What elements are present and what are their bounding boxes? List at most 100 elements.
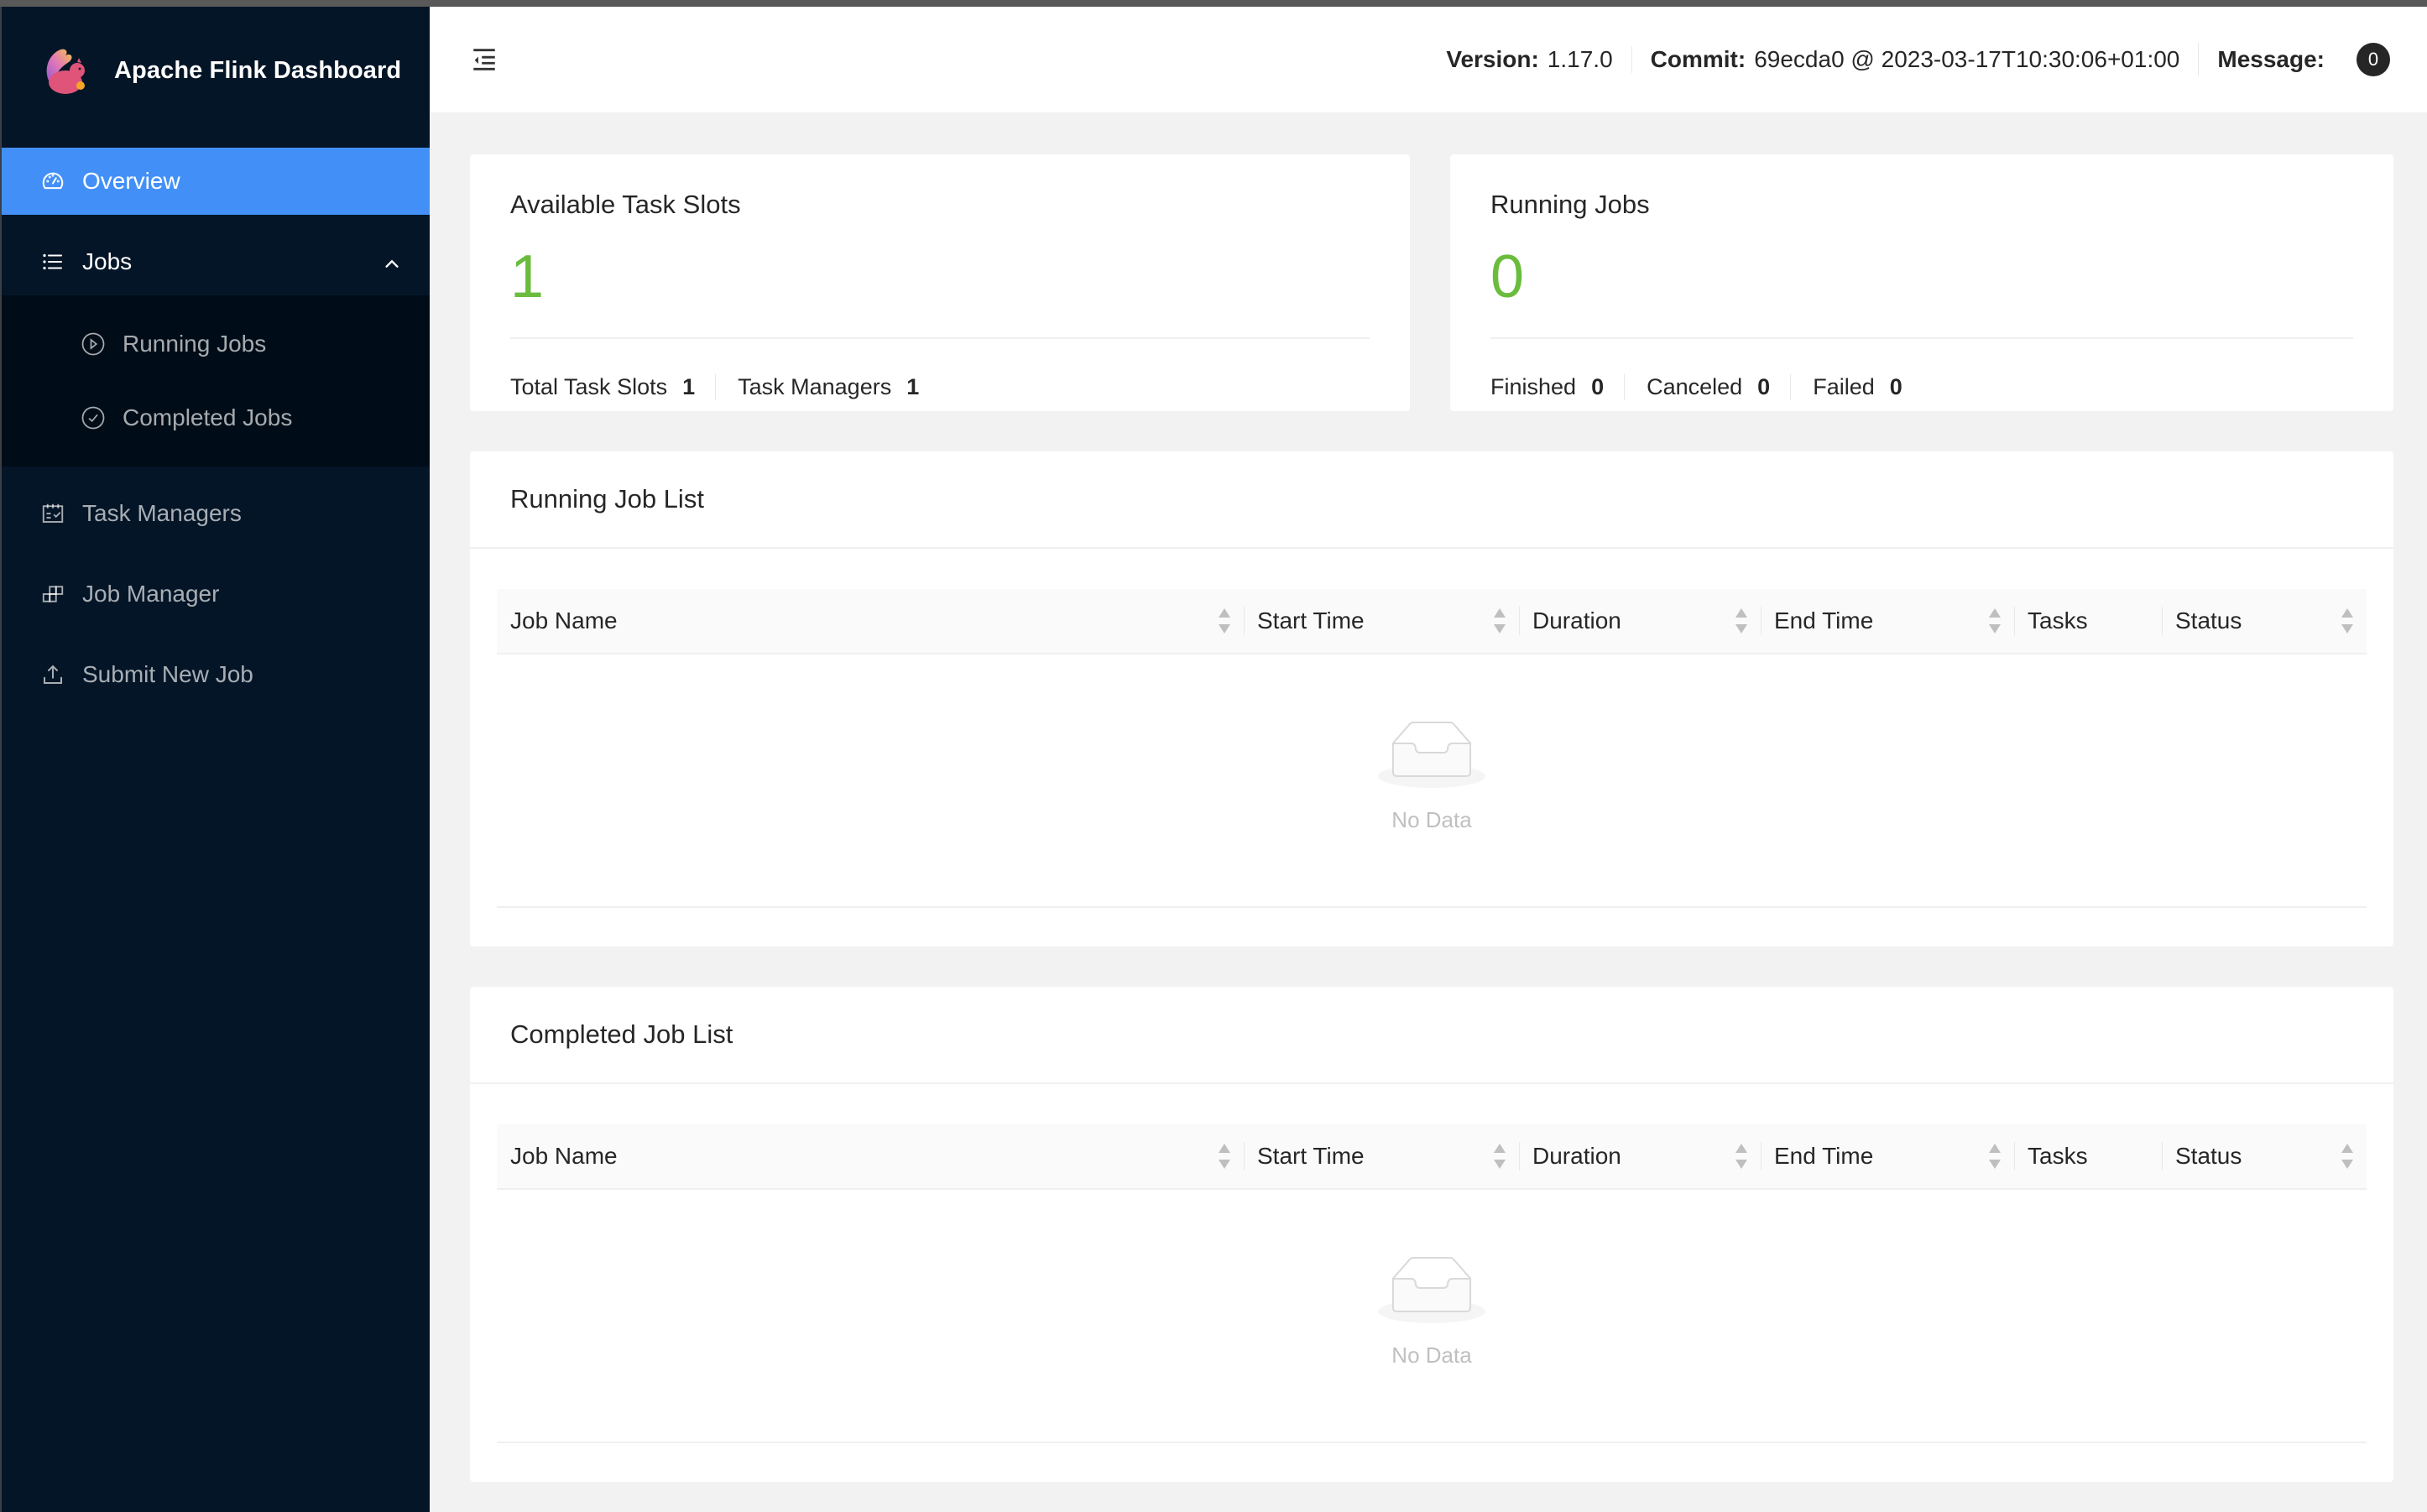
column-header-status[interactable]: Status <box>2162 1124 2367 1189</box>
sidebar-item-label: Submit New Job <box>82 661 253 687</box>
divider <box>510 337 1370 339</box>
finished-count: Finished 0 <box>1490 374 1624 400</box>
stat-label: Canceled <box>1647 374 1743 399</box>
sort-icon[interactable] <box>2341 608 2353 633</box>
card-footer: Total Task Slots 1 Task Managers 1 <box>510 374 939 400</box>
version-info: Version: 1.17.0 <box>1427 46 1631 73</box>
available-task-slots-card: Available Task Slots 1 Total Task Slots … <box>470 154 1410 411</box>
empty-text: No Data <box>1391 807 1472 832</box>
commit-label: Commit: <box>1650 46 1746 72</box>
unordered-list-icon <box>40 249 65 274</box>
running-job-list-card: Running Job List Job Name Start Time Dur… <box>470 451 2393 946</box>
version-label: Version: <box>1446 46 1539 72</box>
sidebar-item-label: Completed Jobs <box>123 404 293 430</box>
column-header-duration[interactable]: Duration <box>1519 1124 1761 1189</box>
sidebar-item-label: Job Manager <box>82 581 220 607</box>
message-info[interactable]: Message: 0 <box>2198 43 2409 76</box>
card-footer: Finished 0 Canceled 0 Failed 0 <box>1490 374 1923 400</box>
stat-number: 0 <box>1889 374 1902 399</box>
column-label: Duration <box>1532 607 1621 633</box>
stat-label: Task Managers <box>738 374 892 399</box>
message-count-badge[interactable]: 0 <box>2357 43 2390 76</box>
sort-icon[interactable] <box>1494 1144 1506 1169</box>
app-logo[interactable]: Apache Flink Dashboard <box>2 7 430 134</box>
menu-fold-icon <box>473 49 495 70</box>
message-label: Message: <box>2217 46 2325 72</box>
column-label: End Time <box>1774 607 1874 633</box>
empty-text: No Data <box>1391 1343 1472 1368</box>
stat-label: Total Task Slots <box>510 374 668 399</box>
version-value: 1.17.0 <box>1547 46 1613 72</box>
sidebar-item-running-jobs[interactable]: Running Jobs <box>2 310 430 378</box>
sidebar-item-submit-new-job[interactable]: Submit New Job <box>2 641 430 708</box>
column-header-end-time[interactable]: End Time <box>1761 1124 2014 1189</box>
table-body: No Data <box>497 654 2367 908</box>
total-task-slots: Total Task Slots 1 <box>510 374 715 400</box>
stat-number: 0 <box>1591 374 1605 399</box>
sidebar-item-label: Task Managers <box>82 500 242 526</box>
flink-squirrel-logo-icon <box>40 44 94 97</box>
column-label: Job Name <box>510 1143 618 1169</box>
sort-icon[interactable] <box>1735 608 1747 633</box>
sidebar-item-task-managers[interactable]: Task Managers <box>2 480 430 547</box>
column-header-status[interactable]: Status <box>2162 588 2367 654</box>
stat-label: Finished <box>1490 374 1577 399</box>
sort-icon[interactable] <box>1989 608 2001 633</box>
sort-icon[interactable] <box>2341 1144 2353 1169</box>
menu-fold-button[interactable] <box>470 44 500 75</box>
play-circle-icon <box>81 331 106 357</box>
completed-job-list-card: Completed Job List Job Name Start Time D… <box>470 987 2393 1482</box>
sidebar-item-overview[interactable]: Overview <box>2 148 430 215</box>
column-header-duration[interactable]: Duration <box>1519 588 1761 654</box>
column-header-start-time[interactable]: Start Time <box>1244 588 1519 654</box>
stat-number: 1 <box>682 374 696 399</box>
main-content: Available Task Slots 1 Total Task Slots … <box>430 112 2427 1512</box>
sidebar: Apache Flink Dashboard Overview Jobs Run… <box>0 7 430 1512</box>
app-title: Apache Flink Dashboard <box>114 56 402 84</box>
card-title: Running Job List <box>470 451 2393 549</box>
top-header: Version: 1.17.0 Commit: 69ecda0 @ 2023-0… <box>430 7 2427 112</box>
sort-icon[interactable] <box>1735 1144 1747 1169</box>
card-title: Completed Job List <box>470 987 2393 1084</box>
dashboard-icon <box>40 169 65 194</box>
running-jobs-table: Job Name Start Time Duration End Time Ta… <box>497 589 2367 908</box>
running-jobs-value: 0 <box>1490 243 1525 310</box>
sort-icon[interactable] <box>1989 1144 2001 1169</box>
failed-count: Failed 0 <box>1790 374 1923 400</box>
sidebar-item-label: Jobs <box>82 248 133 274</box>
build-icon <box>40 581 65 607</box>
window-top-bar <box>0 0 2427 7</box>
empty-inbox-icon <box>1378 722 1485 788</box>
available-task-slots-value: 1 <box>510 243 545 310</box>
sidebar-item-jobs[interactable]: Jobs <box>2 228 430 295</box>
sort-icon[interactable] <box>1219 1144 1230 1169</box>
sort-icon[interactable] <box>1219 608 1230 633</box>
chevron-up-icon[interactable] <box>383 252 401 270</box>
card-title: Available Task Slots <box>510 190 741 219</box>
jobs-submenu: Running Jobs Completed Jobs <box>2 295 430 467</box>
commit-value: 69ecda0 @ 2023-03-17T10:30:06+01:00 <box>1754 46 2180 72</box>
sidebar-nav: Overview Jobs Running Jobs Completed Job… <box>2 148 430 708</box>
sort-icon[interactable] <box>1494 608 1506 633</box>
table-header: Job Name Start Time Duration End Time Ta… <box>497 1124 2367 1190</box>
column-header-start-time[interactable]: Start Time <box>1244 1124 1519 1189</box>
column-label: Job Name <box>510 607 618 633</box>
table-header: Job Name Start Time Duration End Time Ta… <box>497 589 2367 654</box>
table-body: No Data <box>497 1190 2367 1443</box>
upload-icon <box>40 662 65 687</box>
sidebar-item-job-manager[interactable]: Job Manager <box>2 560 430 628</box>
column-label: Status <box>2175 607 2242 633</box>
column-label: Duration <box>1532 1143 1621 1169</box>
column-label: Status <box>2175 1143 2242 1169</box>
canceled-count: Canceled 0 <box>1624 374 1790 400</box>
card-title: Running Jobs <box>1490 190 1650 219</box>
cluster-info: Version: 1.17.0 Commit: 69ecda0 @ 2023-0… <box>1427 43 2409 76</box>
column-header-job-name[interactable]: Job Name <box>497 588 1244 654</box>
column-header-job-name[interactable]: Job Name <box>497 1124 1244 1189</box>
stat-number: 0 <box>1757 374 1771 399</box>
column-header-end-time[interactable]: End Time <box>1761 588 2014 654</box>
sidebar-item-label: Overview <box>82 168 180 194</box>
sidebar-item-completed-jobs[interactable]: Completed Jobs <box>2 384 430 451</box>
empty-inbox-icon <box>1378 1257 1485 1323</box>
task-managers-count: Task Managers 1 <box>715 374 939 400</box>
